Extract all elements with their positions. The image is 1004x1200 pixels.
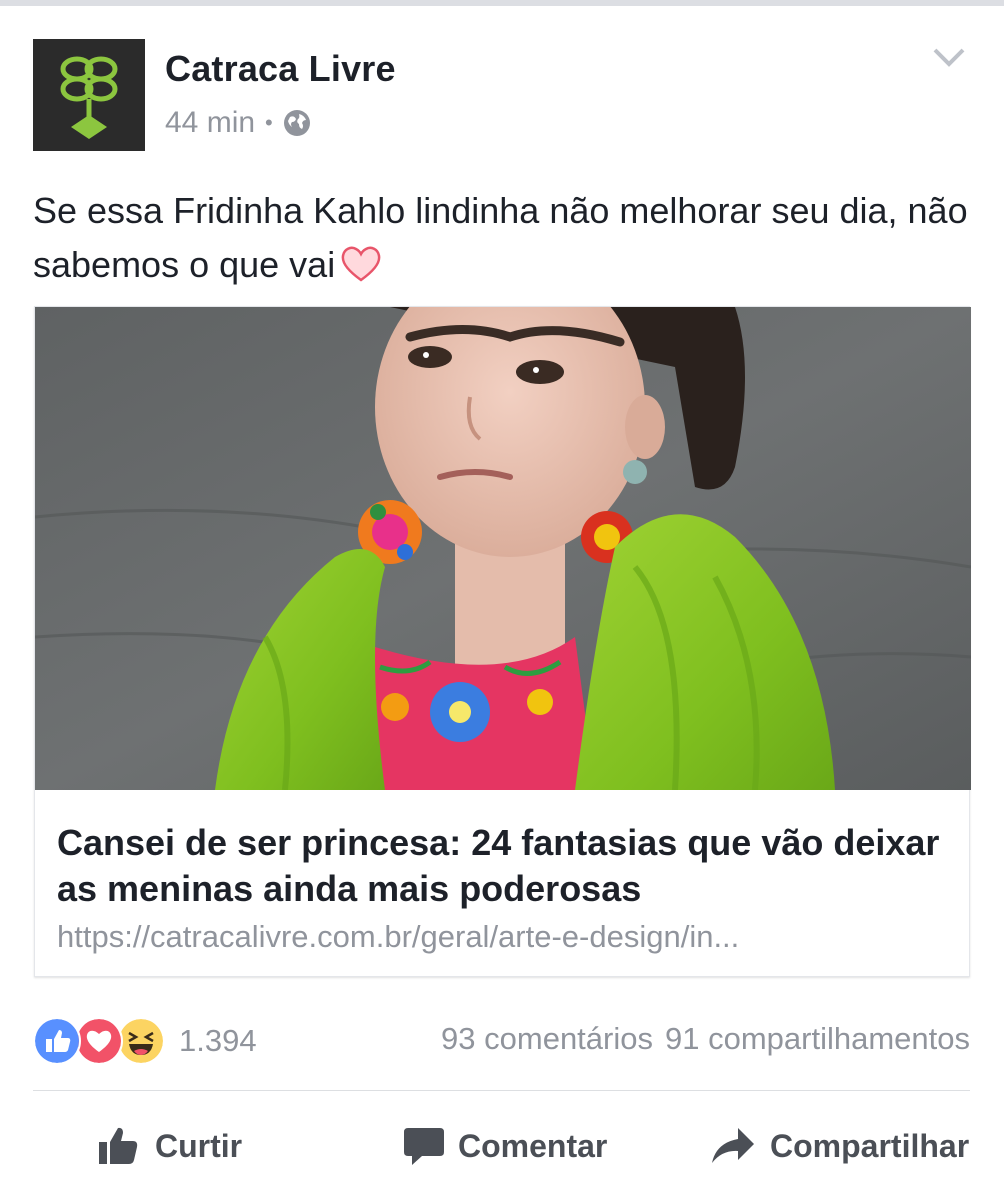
share-button[interactable]: Compartilhar bbox=[710, 1118, 969, 1174]
link-preview-image[interactable] bbox=[35, 307, 971, 790]
like-button[interactable]: Curtir bbox=[97, 1118, 242, 1174]
comment-button[interactable]: Comentar bbox=[404, 1118, 607, 1174]
link-preview-card[interactable]: Cansei de ser princesa: 24 fantasias que… bbox=[34, 306, 971, 977]
comment-label: Comentar bbox=[458, 1127, 608, 1164]
love-icon bbox=[75, 1017, 123, 1065]
like-label: Curtir bbox=[155, 1127, 243, 1164]
reactions-summary[interactable]: 1.394 bbox=[33, 1017, 257, 1065]
post-text: Se essa Fridinha Kahlo lindinha não melh… bbox=[33, 184, 973, 292]
shares-count[interactable]: 91 compartilhamentos bbox=[665, 1021, 970, 1056]
comment-icon bbox=[404, 1128, 444, 1165]
post-meta: 44 min • bbox=[165, 106, 311, 140]
page-name[interactable]: Catraca Livre bbox=[165, 48, 396, 90]
reaction-count: 1.394 bbox=[179, 1023, 257, 1058]
chevron-down-icon[interactable] bbox=[929, 40, 969, 72]
globe-icon bbox=[283, 110, 310, 136]
page-avatar[interactable] bbox=[33, 39, 145, 151]
share-arrow-icon bbox=[712, 1128, 754, 1163]
link-url[interactable]: https://catracalivre.com.br/geral/arte-e… bbox=[57, 919, 947, 955]
top-separator bbox=[0, 0, 1004, 6]
child-costume-photo bbox=[35, 307, 971, 790]
meta-separator: • bbox=[265, 110, 273, 135]
heart-emoji-icon bbox=[341, 247, 381, 283]
share-label: Compartilhar bbox=[770, 1127, 970, 1164]
post-message: Se essa Fridinha Kahlo lindinha não melh… bbox=[33, 190, 968, 285]
post-stats: 93 comentários 91 compartilhamentos bbox=[441, 1021, 970, 1057]
like-icon bbox=[33, 1017, 81, 1065]
catraca-livre-logo-icon bbox=[33, 39, 145, 151]
haha-icon bbox=[117, 1017, 165, 1065]
thumbs-up-icon bbox=[99, 1127, 138, 1164]
comments-count[interactable]: 93 comentários bbox=[441, 1021, 653, 1056]
link-title[interactable]: Cansei de ser princesa: 24 fantasias que… bbox=[57, 820, 947, 912]
actions-divider bbox=[33, 1090, 970, 1091]
post-time[interactable]: 44 min bbox=[165, 106, 255, 140]
